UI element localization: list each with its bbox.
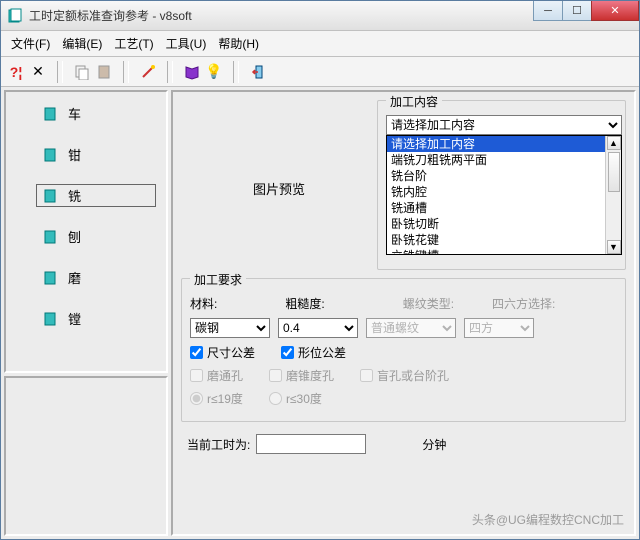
category-bore[interactable]: 镗 — [36, 307, 156, 330]
category-label: 钳 — [68, 145, 81, 164]
category-label: 刨 — [68, 227, 81, 246]
book-icon — [42, 147, 58, 163]
info-panel — [4, 376, 168, 536]
category-plane[interactable]: 刨 — [36, 225, 156, 248]
size-tolerance-checkbox[interactable]: 尺寸公差 — [190, 344, 255, 361]
dropdown-option[interactable]: 铣内腔 — [387, 184, 605, 200]
help-icon[interactable]: ?¦ — [7, 63, 25, 81]
app-window: 工时定额标准查询参考 - v8soft ─ ☐ ✕ 文件(F) 编辑(E) 工艺… — [0, 0, 640, 540]
square-select: 四方 — [464, 318, 534, 338]
scroll-up-icon[interactable]: ▲ — [607, 136, 621, 150]
titlebar: 工时定额标准查询参考 - v8soft ─ ☐ ✕ — [1, 1, 639, 31]
category-panel: 车 钳 铣 刨 磨 镗 — [4, 90, 168, 373]
category-bench[interactable]: 钳 — [36, 143, 156, 166]
blind-hole-checkbox: 盲孔或台阶孔 — [360, 367, 449, 384]
book-icon — [42, 270, 58, 286]
angle30-radio: r≤30度 — [269, 390, 322, 407]
group-title: 加工内容 — [386, 93, 442, 110]
window-title: 工时定额标准查询参考 - v8soft — [29, 7, 534, 24]
main-panel: 图片预览 加工内容 请选择加工内容 请选择加工内容 端铣刀粗铣两平面 铣台阶 — [171, 90, 636, 536]
category-label: 铣 — [68, 186, 81, 205]
content-area: 车 钳 铣 刨 磨 镗 图片预览 加工内容 请选择加工内容 — [1, 87, 639, 539]
square-label: 四六方选择: — [492, 295, 555, 312]
delete-icon[interactable]: ✕ — [29, 63, 47, 81]
dropdown-option[interactable]: 卧铣花键 — [387, 232, 605, 248]
thread-select: 普通螺纹 — [366, 318, 456, 338]
category-label: 镗 — [68, 309, 81, 328]
menu-help[interactable]: 帮助(H) — [212, 33, 265, 54]
process-content-dropdown[interactable]: 请选择加工内容 端铣刀粗铣两平面 铣台阶 铣内腔 铣通槽 卧铣切断 卧铣花键 立… — [386, 135, 622, 255]
requirement-group: 加工要求 材料: 粗糙度: 螺纹类型: 四六方选择: 碳钢 0.4 普通螺纹 四… — [181, 278, 626, 422]
current-time-label: 当前工时为: — [187, 436, 250, 453]
dropdown-option[interactable]: 立铣键槽 — [387, 248, 605, 254]
copy-icon[interactable] — [73, 63, 91, 81]
book-icon — [42, 229, 58, 245]
dropdown-option[interactable]: 铣台阶 — [387, 168, 605, 184]
book-icon — [42, 188, 58, 204]
footer: 当前工时为: 分钟 — [181, 430, 626, 458]
bulb-icon[interactable]: 💡 — [205, 63, 223, 81]
category-lathe[interactable]: 车 — [36, 102, 156, 125]
image-preview: 图片预览 — [189, 108, 369, 268]
wand-icon[interactable] — [139, 63, 157, 81]
paste-icon[interactable] — [95, 63, 113, 81]
category-grind[interactable]: 磨 — [36, 266, 156, 289]
dropdown-option[interactable]: 铣通槽 — [387, 200, 605, 216]
dropdown-scrollbar[interactable]: ▲ ▼ — [605, 136, 621, 254]
category-label: 磨 — [68, 268, 81, 287]
book-icon[interactable] — [183, 63, 201, 81]
app-icon — [7, 8, 23, 24]
exit-icon[interactable] — [249, 63, 267, 81]
group-title: 加工要求 — [190, 271, 246, 288]
process-content-combo[interactable]: 请选择加工内容 请选择加工内容 端铣刀粗铣两平面 铣台阶 铣内腔 铣通槽 卧铣切… — [386, 115, 606, 135]
maximize-button[interactable]: ☐ — [562, 1, 592, 21]
menu-tool[interactable]: 工具(U) — [160, 33, 213, 54]
category-label: 车 — [68, 104, 81, 123]
dropdown-option[interactable]: 端铣刀粗铣两平面 — [387, 152, 605, 168]
book-icon — [42, 311, 58, 327]
angle19-radio: r≤19度 — [190, 390, 243, 407]
book-icon — [42, 106, 58, 122]
watermark: 头条@UG编程数控CNC加工 — [472, 511, 624, 528]
material-select[interactable]: 碳钢 — [190, 318, 270, 338]
minutes-label: 分钟 — [422, 436, 446, 453]
thread-label: 螺纹类型: — [403, 295, 454, 312]
roughness-label: 粗糙度: — [285, 295, 324, 312]
menu-file[interactable]: 文件(F) — [5, 33, 56, 54]
dropdown-option[interactable]: 卧铣切断 — [387, 216, 605, 232]
menu-process[interactable]: 工艺(T) — [108, 33, 159, 54]
close-button[interactable]: ✕ — [591, 1, 639, 21]
content-group: 加工内容 请选择加工内容 请选择加工内容 端铣刀粗铣两平面 铣台阶 铣内腔 铣通 — [377, 100, 626, 270]
roughness-select[interactable]: 0.4 — [278, 318, 358, 338]
material-label: 材料: — [190, 295, 217, 312]
dropdown-option[interactable]: 请选择加工内容 — [387, 136, 605, 152]
thru-hole-checkbox: 磨通孔 — [190, 367, 243, 384]
category-mill[interactable]: 铣 — [36, 184, 156, 207]
geom-tolerance-checkbox[interactable]: 形位公差 — [281, 344, 346, 361]
current-time-input[interactable] — [256, 434, 366, 454]
minimize-button[interactable]: ─ — [533, 1, 563, 21]
toolbar: ?¦ ✕ 💡 — [1, 57, 639, 87]
menubar: 文件(F) 编辑(E) 工艺(T) 工具(U) 帮助(H) — [1, 31, 639, 57]
menu-edit[interactable]: 编辑(E) — [56, 33, 108, 54]
preview-label: 图片预览 — [253, 179, 305, 198]
scroll-down-icon[interactable]: ▼ — [607, 240, 621, 254]
cone-hole-checkbox: 磨锥度孔 — [269, 367, 334, 384]
scroll-thumb[interactable] — [608, 152, 620, 192]
